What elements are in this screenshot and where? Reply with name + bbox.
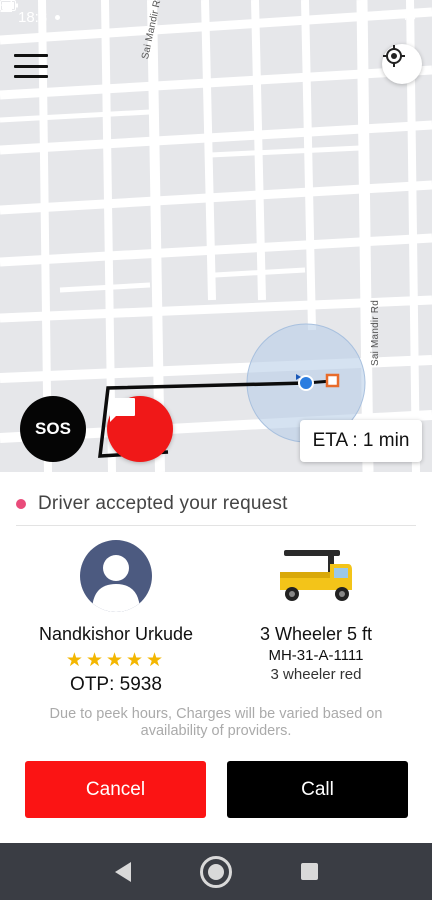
call-button[interactable]: Call [227,761,408,818]
otp-text: OTP: 5938 [70,674,162,695]
status-bar: 18:3 4G [0,0,432,34]
notification-dot-icon [55,14,61,20]
battery-icon [0,0,18,11]
system-nav-bar [0,843,432,900]
cancel-button[interactable]: Cancel [25,761,206,818]
sos-button[interactable]: SOS [20,396,86,462]
map-view[interactable]: Sai Mandir Raod Sai Mandir Rd 18:3 4G SO… [0,0,432,472]
driver-location-marker [298,375,314,391]
surge-note: Due to peek hours, Charges will be varie… [49,706,383,739]
eta-badge: ETA : 1 min [300,420,422,462]
circle-home-icon[interactable] [199,855,232,888]
hamburger-menu-icon[interactable] [14,54,48,78]
driver-info: Nandkishor Urkude ★★★★★ OTP: 5938 [16,540,216,696]
chat-button[interactable] [107,396,173,462]
locate-me-button[interactable] [382,44,422,84]
driver-avatar [80,540,152,612]
status-dot-icon [16,498,26,509]
vehicle-plate: MH-31-A-1111 [268,647,364,664]
ride-details-sheet: Driver accepted your request Nandkishor … [0,472,432,843]
driver-rating-stars: ★★★★★ [65,650,167,671]
pickup-marker [325,373,340,388]
street-label: Sai Mandir Rd [370,300,381,366]
ride-status-row: Driver accepted your request [16,492,416,526]
vehicle-type: 3 Wheeler 5 ft [259,624,373,644]
vehicle-info: 3 Wheeler 5 ft MH-31-A-1111 3 wheeler re… [216,540,416,683]
auto-rickshaw-icon [276,540,356,606]
network-type: 4G [401,11,416,23]
square-recent-icon[interactable] [300,863,318,880]
ride-status-text: Driver accepted your request [38,492,288,514]
chat-bubble-icon [110,398,135,422]
driver-name: Nandkishor Urkude [38,624,194,644]
triangle-back-icon[interactable] [114,861,131,882]
vehicle-description: 3 wheeler red [270,666,362,683]
status-time: 18:3 [18,8,48,26]
person-silhouette-icon [92,555,140,612]
crosshair-icon [383,45,405,67]
